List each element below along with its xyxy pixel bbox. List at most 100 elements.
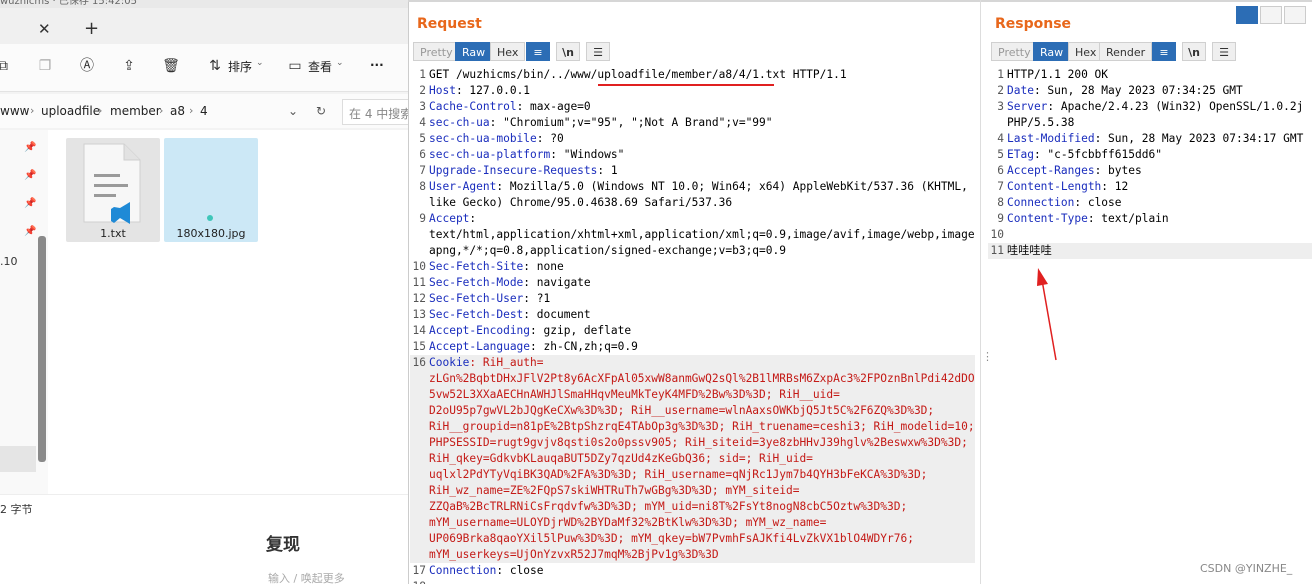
tabs-layout-icon[interactable] [1284,6,1306,24]
tab-render[interactable]: Render [1099,42,1153,61]
line-content: Date: Sun, 28 May 2023 07:34:25 GMT [1007,83,1243,99]
breadcrumb-item[interactable]: a8 [170,104,185,118]
header-key: Accept-Ranges [1007,164,1095,177]
line-text: D2oU95p7gwVL2bJQgKeCXw%3D%3D; RiH__usern… [429,404,935,417]
breadcrumb-item[interactable]: www [0,104,29,118]
line-text: text/html,application/xhtml+xml,applicat… [429,228,975,241]
line-content: Sec-Fetch-Dest: document [429,307,591,323]
header-value: : close [1074,196,1122,209]
line-content: Server: Apache/2.4.23 (Win32) OpenSSL/1.… [1007,99,1303,115]
header-value: : document [523,308,591,321]
view-icon[interactable]: ▭ [286,57,304,75]
tab-raw[interactable]: Raw [1033,42,1071,61]
line-content: zLGn%2BqbtDHxJFlV2Pt8y6AcXFpAl05xwW8anmG… [429,371,975,387]
line-text: GET /wuzhicms/bin/../www/uploadfile/memb… [429,68,847,81]
file-item-txt[interactable]: 1.txt [66,138,160,242]
code-line: UP069Brka8qaoYXil5lPuw%3D%3D; mYM_qkey=b… [410,531,975,547]
breadcrumb-item[interactable]: member [110,104,161,118]
breadcrumb-item[interactable]: 4 [200,104,208,118]
line-text: PHPSESSID=rugt9gvjv8qsti0s2o0pssv905; Ri… [429,436,968,449]
wrap-lines-icon[interactable]: ≡ [1152,42,1176,61]
share-icon[interactable]: ⇪ [120,57,138,75]
annotation-underline [598,84,774,86]
close-tab-icon[interactable]: ✕ [38,20,51,38]
line-number: 2 [419,84,426,97]
code-line: zLGn%2BqbtDHxJFlV2Pt8y6AcXFpAl05xwW8anmG… [410,371,975,387]
code-line: 10 Sec-Fetch-Site: none [410,259,975,275]
line-number: 6 [419,148,426,161]
line-number: 5 [997,148,1004,161]
line-text: like Gecko) Chrome/95.0.4638.69 Safari/5… [429,196,733,209]
refresh-icon[interactable]: ↻ [316,104,326,118]
splitter-handle-icon[interactable]: ⋮ [982,350,993,363]
line-content: Content-Type: text/plain [1007,211,1169,227]
annotation-arrow [1037,268,1057,361]
code-line: mYM_username=ULOYDjrWD%2BYDaMf32%2BtKlw%… [410,515,975,531]
code-line: 6 sec-ch-ua-platform: "Windows" [410,147,975,163]
tab-hex[interactable]: Hex [490,42,526,61]
newline-toggle-icon[interactable]: \n [556,42,580,61]
wrap-lines-icon[interactable]: ≡ [526,42,550,61]
header-key: Server [1007,100,1048,113]
line-content: mYM_userkeys=UjOnYzvxR52J7mqM%2BjPv1g%3D… [429,547,719,563]
view-button[interactable]: 查看 [308,58,332,75]
line-number: 18 [410,579,426,584]
header-key: Content-Type [1007,212,1088,225]
header-key: Last-Modified [1007,132,1095,145]
header-key: Sec-Fetch-User [429,292,524,305]
header-key: Connection [429,564,497,577]
line-content: Sec-Fetch-Mode: navigate [429,275,591,291]
header-key: Connection [1007,196,1075,209]
chevron-down-icon[interactable]: ⌄ [288,104,298,118]
file-item-jpg[interactable]: 180x180.jpg [164,138,258,242]
search-input[interactable]: 在 4 中搜索 [342,99,408,125]
header-key: Cache-Control [429,100,517,113]
line-content: Content-Length: 12 [1007,179,1128,195]
code-line: 11 哇哇哇哇 [988,243,1312,259]
sort-button[interactable]: 排序 [228,58,252,75]
tab-pretty[interactable]: Pretty [991,42,1038,61]
layout-toggle[interactable] [1236,6,1308,24]
line-number: 10 [990,228,1004,241]
nav-selected-item[interactable] [0,446,36,472]
sort-icon[interactable]: ⇅ [206,57,224,75]
more-options-button[interactable]: ··· [370,58,384,72]
line-number: 3 [997,100,1004,113]
line-number: 1 [997,68,1004,81]
code-line: 15 Accept-Language: zh-CN,zh;q=0.9 [410,339,975,355]
line-content: Sec-Fetch-Site: none [429,259,564,275]
pane-divider[interactable] [980,0,981,584]
line-number: 5 [419,132,426,145]
chevron-right-icon: › [98,104,103,117]
line-content: mYM_username=ULOYDjrWD%2BYDaMf32%2BtKlw%… [429,515,826,531]
request-editor[interactable]: 1 GET /wuzhicms/bin/../www/uploadfile/mem… [410,67,975,584]
rename-icon[interactable]: Ⓐ [78,57,96,75]
split-vertical-icon[interactable] [1260,6,1282,24]
new-tab-icon[interactable]: + [84,18,99,39]
scrollbar[interactable] [38,236,46,462]
code-line: RiH__groupid=n81pE%2BtpShzrqE4TAbOp3g%3D… [410,419,975,435]
menu-icon[interactable]: ☰ [1212,42,1236,61]
menu-icon[interactable]: ☰ [586,42,610,61]
tab-pretty[interactable]: Pretty [413,42,460,61]
tab-raw[interactable]: Raw [455,42,493,61]
cut-icon[interactable]: ⧉ [0,57,12,75]
header-value: : Mozilla/5.0 (Windows NT 10.0; Win64; x… [496,180,968,193]
copy-icon[interactable]: ❐ [36,57,54,75]
delete-icon[interactable]: 🗑 [162,57,180,75]
code-line: 8 Connection: close [988,195,1312,211]
header-value: : [469,212,477,225]
command-bar [0,44,408,92]
editor-below: 复现 输入 / 唤起更多 [0,520,408,584]
line-content: Cache-Control: max-age=0 [429,99,591,115]
line-number: 4 [419,116,426,129]
line-content: sec-ch-ua: "Chromium";v="95", ";Not A Br… [429,115,773,131]
newline-toggle-icon[interactable]: \n [1182,42,1206,61]
line-content: PHP/5.5.38 [1007,115,1074,131]
breadcrumb-item[interactable]: uploadfile [41,104,100,118]
code-line: 7 Upgrade-Insecure-Requests: 1 [410,163,975,179]
code-line: PHP/5.5.38 [988,115,1312,131]
split-horizontal-icon[interactable] [1236,6,1258,24]
input-hint[interactable]: 输入 / 唤起更多 [268,570,345,584]
header-key: Cookie [429,356,470,369]
